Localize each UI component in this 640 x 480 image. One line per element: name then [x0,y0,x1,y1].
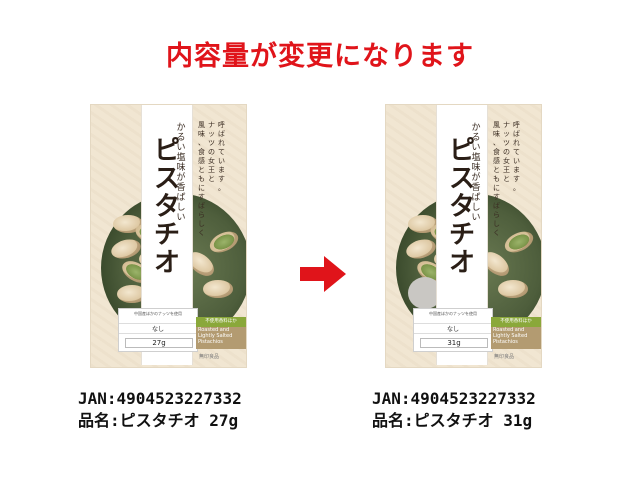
package-subtitle: かるい塩味が香ばしい [471,123,481,223]
package-weight: 27g [125,338,193,348]
jan-code: JAN:4904523227332 [372,389,536,408]
package-label: 中国産ほかのナッツを使用 なし 27g [118,308,198,352]
headline: 内容量が変更になります [166,41,474,72]
package-description: 風味、食感ともにすばらしくナッツの女王と呼ばれています。 [198,121,225,237]
package-description: 風味、食感ともにすばらしくナッツの女王と呼ばれています。 [493,121,520,237]
after-info: JAN:4904523227332 品名:ピスタチオ 31g [372,388,536,432]
jan-code: JAN:4904523227332 [78,389,242,408]
package-label: 中国産ほかのナッツを使用 なし 31g [413,308,493,352]
product-name: 品名:ピスタチオ 27g [78,411,239,430]
package-before-image: ピスタチオ かるい塩味が香ばしい 中国産ほかのナッツを使用 なし 27g 不使用… [91,105,246,367]
before-info: JAN:4904523227332 品名:ピスタチオ 27g [78,388,242,432]
package-weight: 31g [420,338,488,348]
product-name: 品名:ピスタチオ 31g [372,411,533,430]
package-after-image: ピスタチオ かるい塩味が香ばしい 中国産ほかのナッツを使用 なし 31g 不使用… [386,105,541,367]
package-subtitle: かるい塩味が香ばしい [176,123,186,223]
arrow-right-icon [300,256,346,292]
